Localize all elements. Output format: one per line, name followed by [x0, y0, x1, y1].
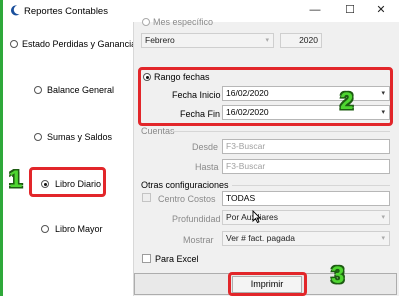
close-button[interactable]: ✕ [366, 2, 396, 18]
label-hasta: Hasta [195, 162, 219, 172]
centro-costos-value: TODAS [226, 193, 256, 203]
label-mostrar: Mostrar [183, 235, 214, 245]
desde-input[interactable]: F3-Buscar [222, 139, 390, 154]
chevron-down-icon: ▾ [381, 214, 385, 221]
chevron-down-icon: ▾ [265, 37, 269, 44]
window-title: Reportes Contables [24, 6, 108, 17]
hasta-input[interactable]: F3-Buscar [222, 159, 390, 174]
report-type-panel [3, 22, 133, 296]
label-estado-perdidas: Estado Perdidas y Ganancias [22, 39, 141, 49]
label-libro-mayor: Libro Mayor [55, 224, 103, 234]
label-balance-general: Balance General [47, 85, 115, 95]
centro-costos-checkbox[interactable] [142, 193, 151, 202]
maximize-button[interactable]: ☐ [335, 2, 365, 18]
centro-costos-select[interactable]: TODAS [222, 191, 390, 206]
label-sumas-saldos: Sumas y Saldos [47, 132, 113, 142]
chevron-down-icon: ▾ [381, 235, 385, 242]
radio-balance-general[interactable] [34, 86, 42, 94]
step-number-3: 3 [331, 262, 345, 289]
radio-sumas-saldos[interactable] [34, 133, 42, 141]
label-cuentas: Cuentas [141, 126, 175, 136]
month-value: Febrero [145, 35, 175, 45]
cuentas-divider [172, 131, 390, 132]
mouse-cursor-icon [252, 210, 261, 223]
label-otras-configuraciones: Otras configuraciones [141, 180, 229, 190]
radio-mes-especifico[interactable] [142, 18, 150, 26]
label-desde: Desde [192, 142, 219, 152]
label-centro-costos: Centro Costos [158, 194, 216, 204]
label-profundidad: Profundidad [172, 214, 221, 224]
year-value: 2020 [299, 35, 318, 45]
radio-estado-perdidas[interactable] [10, 40, 18, 48]
app-moon-icon [11, 5, 20, 16]
minimize-button[interactable]: — [300, 2, 330, 18]
mostrar-select[interactable]: Ver # fact. pagada ▾ [222, 231, 390, 246]
highlight-libro-diario [29, 167, 106, 197]
month-select[interactable]: Febrero ▾ [141, 33, 274, 48]
step-number-2: 2 [340, 88, 354, 115]
mostrar-value: Ver # fact. pagada [226, 233, 295, 243]
para-excel-checkbox[interactable] [142, 254, 151, 263]
radio-libro-mayor[interactable] [41, 225, 49, 233]
highlight-rango-fechas [138, 67, 393, 126]
year-field[interactable]: 2020 [280, 33, 322, 48]
profundidad-select[interactable]: Por Auxiliares ▾ [222, 210, 390, 225]
step-number-1: 1 [9, 166, 23, 193]
otras-divider [232, 185, 390, 186]
highlight-imprimir [228, 272, 307, 296]
label-mes-especifico: Mes específico [153, 17, 214, 27]
label-para-excel: Para Excel [155, 254, 199, 264]
